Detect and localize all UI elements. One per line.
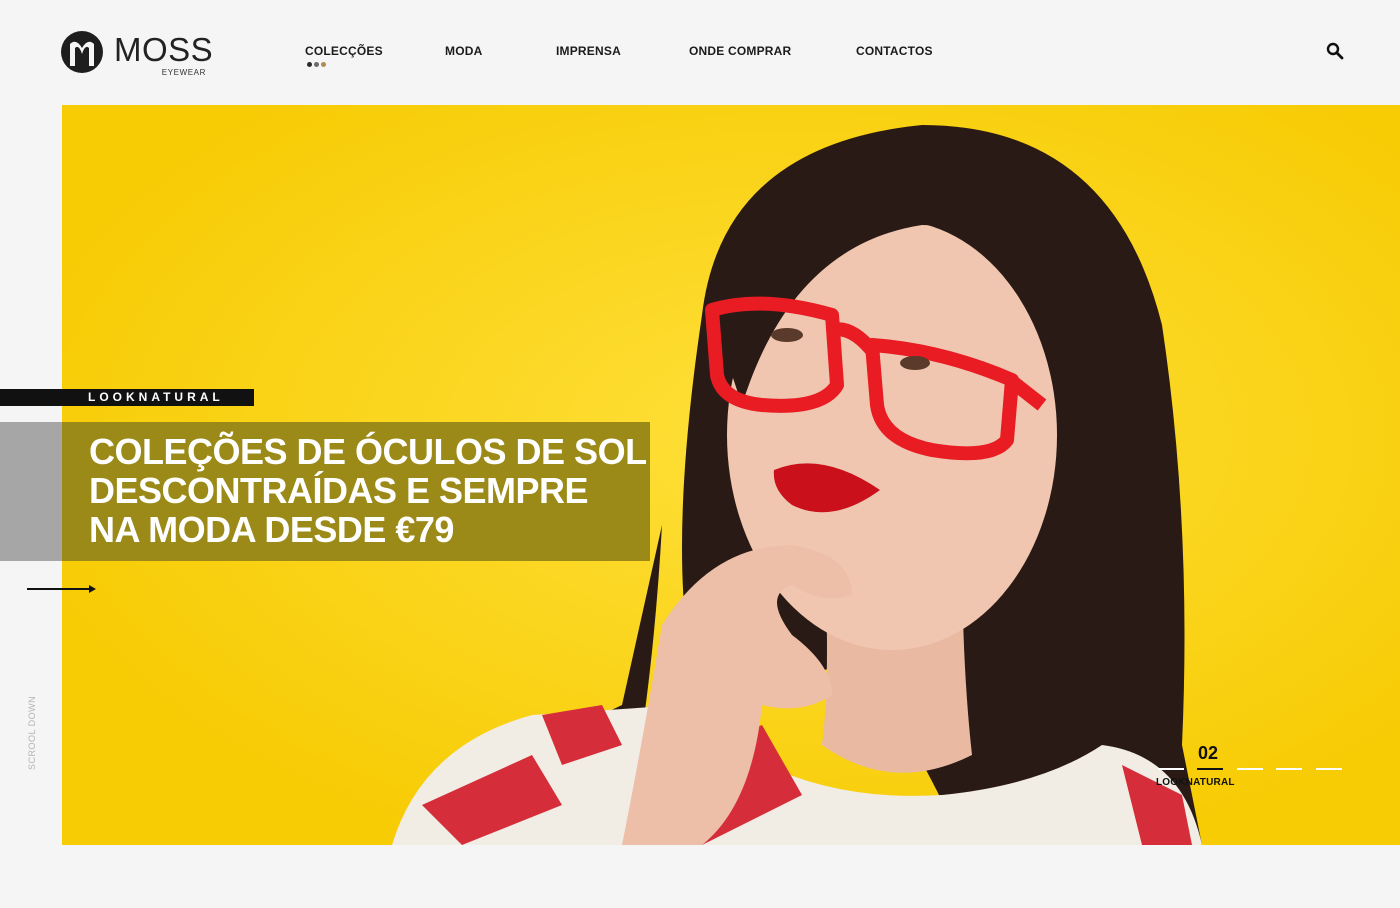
moss-logo[interactable]: MOSS EYEWEAR [60,30,214,78]
indicator-dot [321,62,326,67]
slide-dash[interactable] [1276,768,1302,770]
headline-line: DESCONTRAÍDAS E SEMPRE [89,470,589,511]
scroll-down-link[interactable]: SCROOL DOWN [27,696,37,770]
arrow-right-icon[interactable] [27,583,97,595]
nav-item-coleccoes[interactable]: COLECÇÕES [305,44,383,67]
hero-headline: COLEÇÕES DE ÓCULOS DE SOL DESCONTRAÍDAS … [89,432,649,549]
indicator-dot [314,62,319,67]
brand-name: MOSS [114,31,214,68]
moss-logo-icon [61,31,103,73]
nav-label: IMPRENSA [556,44,621,58]
search-icon[interactable] [1326,42,1344,60]
nav-label: COLECÇÕES [305,44,383,58]
nav-item-onde-comprar[interactable]: ONDE COMPRAR [689,44,791,58]
nav-label: CONTACTOS [856,44,933,58]
nav-label: ONDE COMPRAR [689,44,792,58]
headline-line: COLEÇÕES DE ÓCULOS DE SOL [89,431,647,472]
slide-dash-active[interactable] [1197,768,1223,770]
slide-dash[interactable] [1316,768,1342,770]
headline-box-left [0,422,62,561]
slide-label: LOOKNATURAL [1156,777,1235,788]
nav-item-imprensa[interactable]: IMPRENSA [556,44,621,58]
slide-number: 02 [1198,743,1219,763]
active-indicator [307,62,326,67]
nav-label: MODA [445,44,483,58]
slide-dash[interactable] [1158,768,1184,770]
nav-item-contactos[interactable]: CONTACTOS [856,44,933,58]
collection-tag: LOOKNATURAL [88,390,224,404]
slide-dash[interactable] [1237,768,1263,770]
headline-line: NA MODA DESDE €79 [89,509,454,550]
nav-item-moda[interactable]: MODA [445,44,482,58]
brand-subtitle: EYEWEAR [161,68,206,77]
indicator-dot [307,62,312,67]
